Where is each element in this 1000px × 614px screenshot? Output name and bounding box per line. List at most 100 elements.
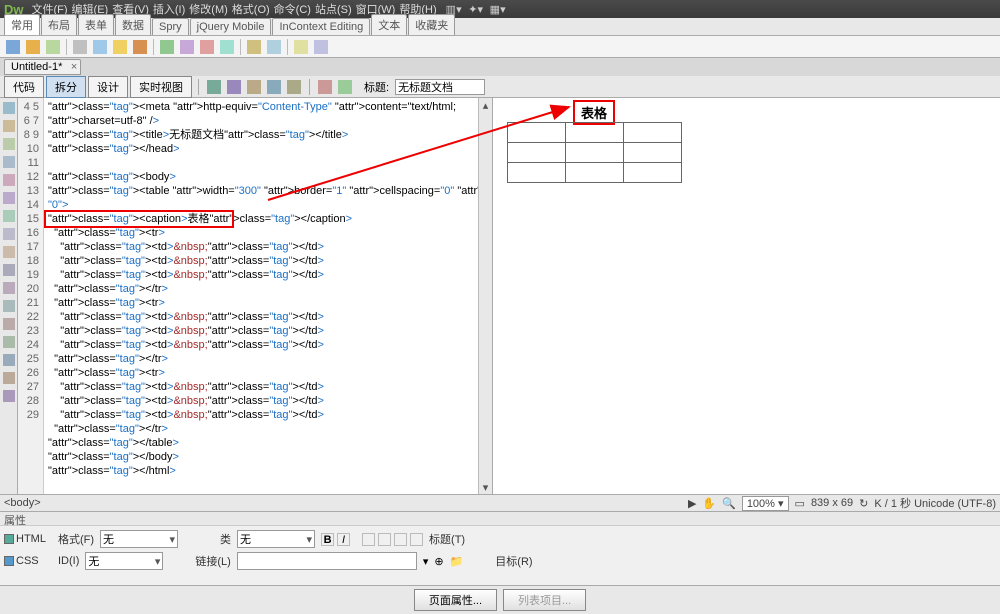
table-cell[interactable] — [566, 143, 624, 163]
scroll-down-icon[interactable]: ▾ — [479, 480, 492, 494]
live-code-icon[interactable] — [207, 80, 221, 94]
code-body[interactable]: "attr">class="tag"><meta "attr">http-equ… — [44, 98, 492, 494]
browser-preview-icon[interactable] — [267, 80, 281, 94]
view-live-button[interactable]: 实时视图 — [130, 76, 192, 98]
link-input[interactable] — [237, 552, 417, 570]
bold-icon[interactable]: B — [321, 533, 334, 546]
insert-tab-data[interactable]: 数据 — [115, 14, 151, 35]
head-icon[interactable] — [247, 40, 261, 54]
link-dropdown-icon[interactable]: ▾ — [423, 555, 429, 568]
zoom-select[interactable]: 100% ▾ — [742, 496, 789, 511]
outdent-prop-icon[interactable] — [394, 533, 407, 546]
extend-icon[interactable]: ✦▾ — [469, 2, 483, 16]
indent-icon[interactable] — [3, 354, 15, 366]
table-cell[interactable] — [566, 163, 624, 183]
hyperlink-icon[interactable] — [6, 40, 20, 54]
window-size-icon[interactable]: ▭ — [795, 497, 805, 510]
code-pane[interactable]: 4 5 6 7 8 9 10 11 12 13 14 15 16 17 18 1… — [18, 98, 493, 494]
line-numbers-icon[interactable] — [3, 192, 15, 204]
table-icon[interactable] — [73, 40, 87, 54]
wrap-tag-icon[interactable] — [3, 300, 15, 312]
table-cell[interactable] — [624, 143, 682, 163]
recent-snippets-icon[interactable] — [3, 318, 15, 330]
menu-insert[interactable]: 插入(I) — [153, 1, 185, 17]
remove-comment-icon[interactable] — [3, 282, 15, 294]
select-parent-icon[interactable] — [3, 156, 15, 168]
menu-format[interactable]: 格式(O) — [232, 1, 270, 17]
insert-tab-layout[interactable]: 布局 — [41, 14, 77, 35]
format-select[interactable]: 无 — [100, 530, 178, 548]
class-select[interactable]: 无 — [237, 530, 315, 548]
collapse-icon[interactable] — [3, 120, 15, 132]
properties-title[interactable]: 属性 — [0, 512, 1000, 526]
balance-braces-icon[interactable] — [3, 174, 15, 186]
table-cell[interactable] — [508, 123, 566, 143]
tag-chooser-icon[interactable] — [314, 40, 328, 54]
css-tab[interactable]: CSS — [4, 555, 52, 567]
point-to-file-icon[interactable]: ⊕ — [434, 555, 443, 568]
view-design-button[interactable]: 设计 — [88, 76, 128, 98]
image-icon[interactable] — [113, 40, 127, 54]
scroll-up-icon[interactable]: ▴ — [479, 98, 492, 112]
ul-icon[interactable] — [362, 533, 375, 546]
page-properties-button[interactable]: 页面属性... — [414, 589, 497, 611]
design-table[interactable] — [507, 122, 682, 183]
design-pane[interactable]: 表格 — [493, 98, 1000, 494]
browse-file-icon[interactable]: 📁 — [450, 555, 464, 568]
media-icon[interactable] — [133, 40, 147, 54]
menu-commands[interactable]: 命令(C) — [274, 1, 311, 17]
zoom-tool-icon[interactable]: 🔍 — [722, 497, 736, 510]
menu-modify[interactable]: 修改(M) — [189, 1, 228, 17]
outdent-icon[interactable] — [3, 372, 15, 384]
div-icon[interactable] — [93, 40, 107, 54]
site-mgr-icon[interactable]: ▦▾ — [491, 2, 505, 16]
table-cell[interactable] — [624, 163, 682, 183]
menu-site[interactable]: 站点(S) — [315, 1, 352, 17]
apply-comment-icon[interactable] — [3, 264, 15, 276]
word-wrap-icon[interactable] — [3, 228, 15, 240]
table-cell[interactable] — [624, 123, 682, 143]
insert-tab-text[interactable]: 文本 — [371, 14, 407, 35]
pointer-tool-icon[interactable]: ▶ — [688, 497, 696, 510]
table-cell[interactable] — [566, 123, 624, 143]
indent-prop-icon[interactable] — [410, 533, 423, 546]
format-source-icon[interactable] — [3, 390, 15, 402]
highlight-invalid-icon[interactable] — [3, 210, 15, 222]
date-icon[interactable] — [180, 40, 194, 54]
ssi-icon[interactable] — [200, 40, 214, 54]
document-tab[interactable]: Untitled-1* × — [4, 59, 81, 75]
open-docs-icon[interactable] — [3, 102, 15, 114]
html-tab[interactable]: HTML — [4, 533, 52, 545]
comment-icon[interactable] — [220, 40, 234, 54]
tag-path[interactable]: <body> — [4, 497, 41, 509]
hand-tool-icon[interactable]: ✋ — [702, 497, 716, 510]
refresh-icon[interactable] — [287, 80, 301, 94]
id-select[interactable]: 无 — [85, 552, 163, 570]
title-input[interactable] — [395, 79, 485, 95]
expand-icon[interactable] — [3, 138, 15, 150]
view-split-button[interactable]: 拆分 — [46, 76, 86, 98]
insert-tab-common[interactable]: 常用 — [4, 14, 40, 35]
view-code-button[interactable]: 代码 — [4, 76, 44, 98]
named-anchor-icon[interactable] — [46, 40, 60, 54]
table-cell[interactable] — [508, 163, 566, 183]
inspect-icon[interactable] — [227, 80, 241, 94]
insert-tab-form[interactable]: 表单 — [78, 14, 114, 35]
multiscreen-icon[interactable] — [247, 80, 261, 94]
email-link-icon[interactable] — [26, 40, 40, 54]
table-cell[interactable] — [508, 143, 566, 163]
insert-tab-jqm[interactable]: jQuery Mobile — [190, 18, 272, 35]
validate-icon[interactable] — [338, 80, 352, 94]
code-scrollbar[interactable]: ▴ ▾ — [478, 98, 492, 494]
insert-tab-fav[interactable]: 收藏夹 — [408, 14, 455, 35]
window-size[interactable]: 839 x 69 — [811, 497, 853, 509]
insert-tab-ice[interactable]: InContext Editing — [272, 18, 370, 35]
file-mgmt-icon[interactable] — [318, 80, 332, 94]
close-tab-icon[interactable]: × — [71, 61, 77, 73]
syntax-error-icon[interactable] — [3, 246, 15, 258]
insert-tab-spry[interactable]: Spry — [152, 18, 189, 35]
move-css-icon[interactable] — [3, 336, 15, 348]
widget-icon[interactable] — [160, 40, 174, 54]
ol-icon[interactable] — [378, 533, 391, 546]
italic-icon[interactable]: I — [337, 533, 350, 546]
